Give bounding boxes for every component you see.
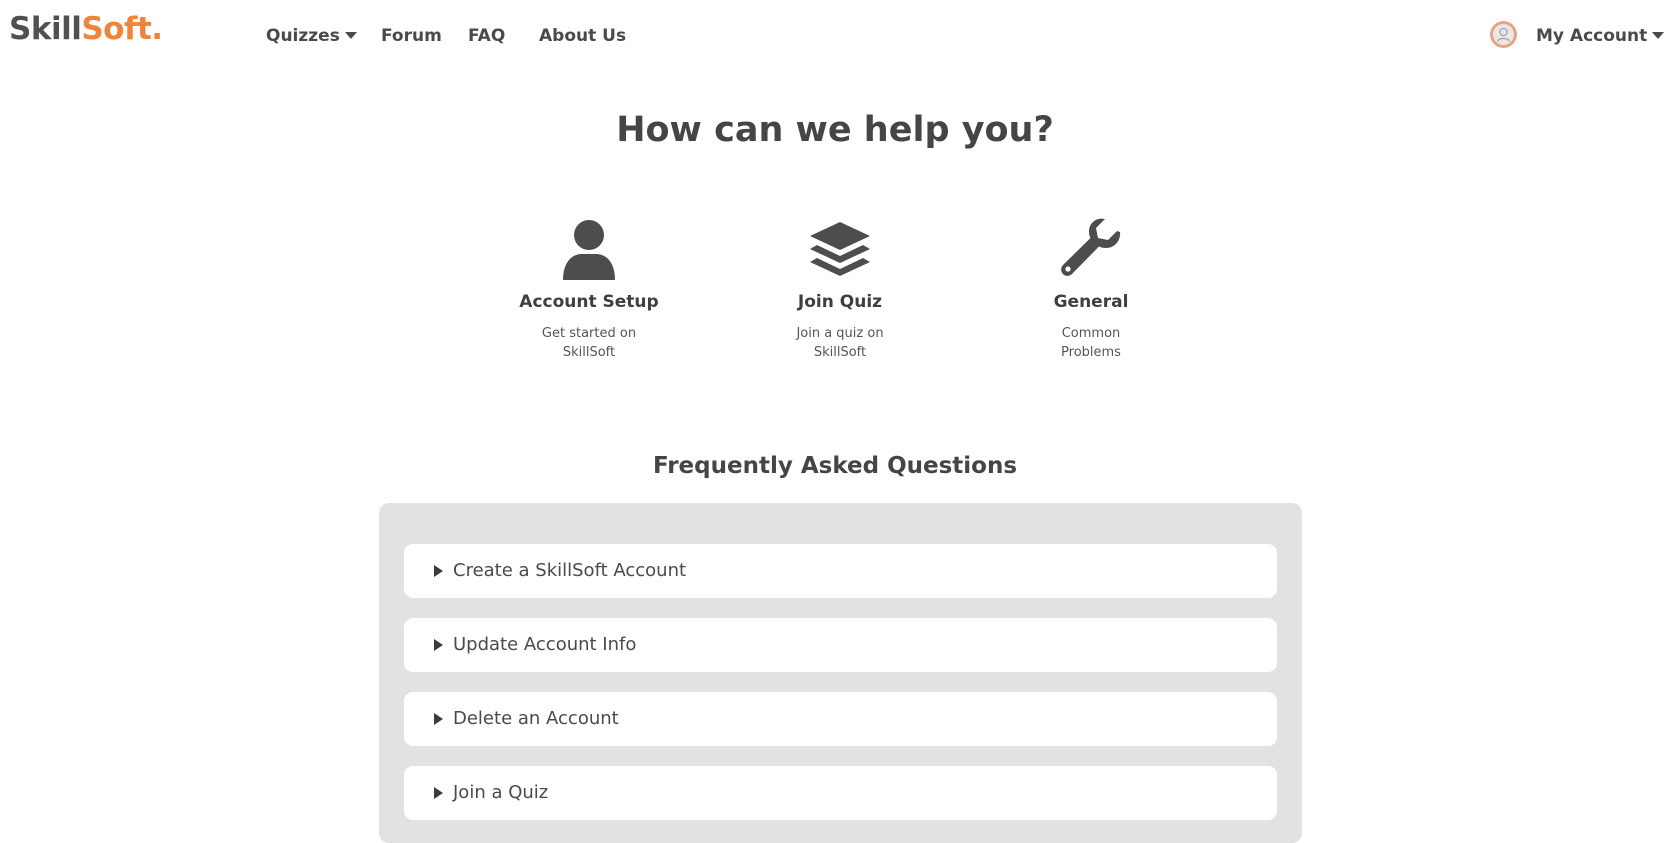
layers-icon bbox=[810, 222, 870, 276]
faq-question: Update Account Info bbox=[453, 634, 637, 655]
faq-item-update-account[interactable]: Update Account Info bbox=[404, 618, 1277, 672]
nav-forum-link[interactable]: Forum bbox=[381, 25, 442, 47]
avatar[interactable] bbox=[1490, 21, 1517, 48]
triangle-right-icon bbox=[434, 713, 443, 725]
caret-down-icon bbox=[1652, 32, 1665, 39]
my-account-dropdown[interactable]: My Account bbox=[1490, 21, 1665, 51]
top-navbar: SkillSoft. Quizzes Forum FAQ About Us My… bbox=[0, 0, 1670, 72]
category-description: Join a quiz on SkillSoft bbox=[796, 326, 884, 360]
category-description: Common Problems bbox=[1061, 326, 1121, 360]
nav-about-us-link[interactable]: About Us bbox=[539, 25, 626, 47]
faq-panel: Create a SkillSoft Account Update Accoun… bbox=[379, 503, 1302, 843]
faq-item-join-quiz[interactable]: Join a Quiz bbox=[404, 766, 1277, 820]
nav-faq-link[interactable]: FAQ bbox=[468, 25, 505, 47]
my-account-label: My Account bbox=[1536, 25, 1665, 47]
faq-heading: Frequently Asked Questions bbox=[652, 453, 1018, 479]
category-title: General bbox=[1053, 292, 1129, 312]
user-icon bbox=[563, 220, 615, 280]
faq-question: Create a SkillSoft Account bbox=[453, 560, 687, 581]
category-account-setup[interactable]: Account Setup Get started on SkillSoft bbox=[489, 218, 689, 362]
category-join-quiz[interactable]: Join Quiz Join a quiz on SkillSoft bbox=[740, 218, 940, 362]
nav-quizzes-dropdown[interactable]: Quizzes bbox=[266, 25, 357, 47]
category-title: Join Quiz bbox=[797, 292, 883, 312]
user-avatar-icon bbox=[1496, 27, 1511, 42]
triangle-right-icon bbox=[434, 787, 443, 799]
caret-down-icon bbox=[344, 32, 357, 39]
nav-quizzes-label: Quizzes bbox=[266, 26, 340, 46]
page-title: How can we help you? bbox=[616, 110, 1054, 150]
avatar-inner bbox=[1493, 24, 1514, 45]
logo-text-skill: Skill bbox=[9, 11, 82, 47]
my-account-text: My Account bbox=[1536, 26, 1648, 46]
faq-question: Delete an Account bbox=[453, 708, 619, 729]
logo[interactable]: SkillSoft. bbox=[9, 14, 163, 45]
logo-text-soft: Soft. bbox=[81, 11, 163, 47]
faq-question: Join a Quiz bbox=[453, 782, 549, 803]
faq-item-delete-account[interactable]: Delete an Account bbox=[404, 692, 1277, 746]
faq-item-create-account[interactable]: Create a SkillSoft Account bbox=[404, 544, 1277, 598]
triangle-right-icon bbox=[434, 565, 443, 577]
category-description: Get started on SkillSoft bbox=[541, 326, 637, 360]
triangle-right-icon bbox=[434, 639, 443, 651]
wrench-icon bbox=[1061, 218, 1121, 276]
category-general[interactable]: General Common Problems bbox=[991, 218, 1191, 362]
category-title: Account Setup bbox=[519, 292, 659, 312]
